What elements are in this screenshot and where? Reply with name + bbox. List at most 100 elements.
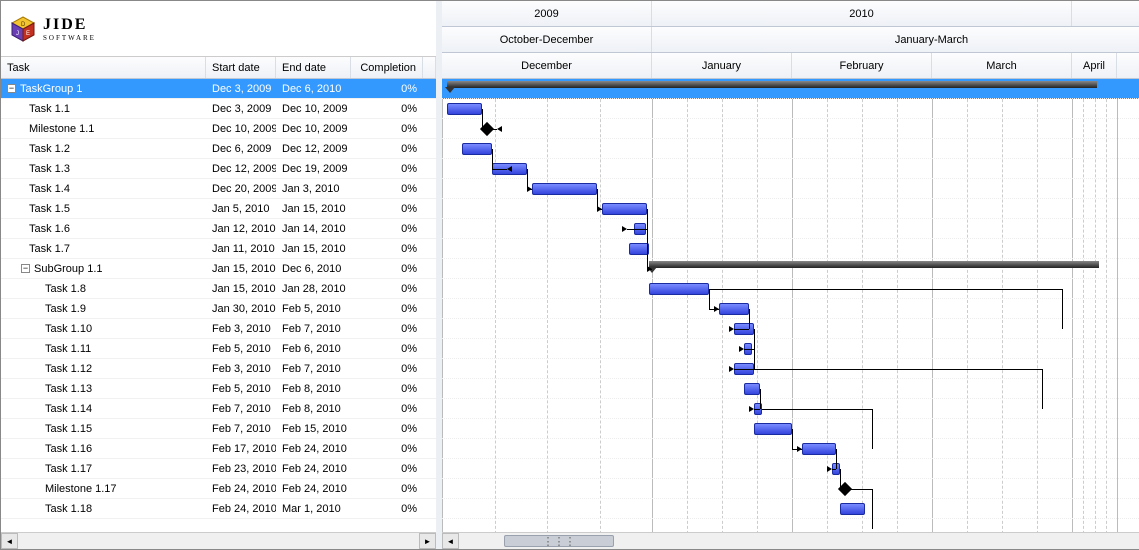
col-header-spacer — [423, 57, 436, 78]
task-1-2-gantt-row[interactable] — [442, 139, 1139, 159]
task-bar[interactable] — [840, 503, 865, 515]
task-1-12-row[interactable]: Task 1.12Feb 3, 2010Feb 7, 20100% — [1, 359, 436, 379]
timeline-cell[interactable]: January — [652, 53, 792, 78]
task-1-10-gantt-row[interactable] — [442, 319, 1139, 339]
task-1-6-gantt-row[interactable] — [442, 219, 1139, 239]
scroll-left-button[interactable]: ◄ — [1, 533, 18, 549]
task-1-16-gantt-row[interactable] — [442, 439, 1139, 459]
timeline-cell[interactable]: 2009 — [442, 1, 652, 26]
task-group-1-gantt-row[interactable] — [442, 79, 1139, 99]
milestone-1-1-row[interactable]: Milestone 1.1Dec 10, 2009Dec 10, 20090% — [1, 119, 436, 139]
task-1-4-row[interactable]: Task 1.4Dec 20, 2009Jan 3, 20100% — [1, 179, 436, 199]
task-label: Task 1.9 — [45, 303, 86, 315]
col-header-completion[interactable]: Completion — [351, 57, 423, 78]
start-date-cell: Dec 12, 2009 — [206, 163, 276, 175]
task-bar[interactable] — [447, 103, 482, 115]
summary-bar[interactable] — [649, 261, 1099, 268]
task-bar[interactable] — [744, 383, 760, 395]
task-label: Task 1.4 — [29, 183, 70, 195]
completion-cell: 0% — [351, 263, 423, 275]
end-date-cell: Mar 1, 2010 — [276, 503, 351, 515]
task-1-15-row[interactable]: Task 1.15Feb 7, 2010Feb 15, 20100% — [1, 419, 436, 439]
collapse-icon[interactable]: − — [21, 264, 30, 273]
gantt-scroll-track[interactable]: ⋮⋮⋮ — [459, 533, 1139, 549]
timeline-cell[interactable]: December — [442, 53, 652, 78]
task-name-cell: Task 1.17 — [1, 463, 206, 475]
task-bar[interactable] — [532, 183, 597, 195]
task-1-7-gantt-row[interactable] — [442, 239, 1139, 259]
end-date-cell: Dec 10, 2009 — [276, 123, 351, 135]
timeline-cell[interactable]: 2010 — [652, 1, 1072, 26]
start-date-cell: Jan 15, 2010 — [206, 283, 276, 295]
task-1-5-gantt-row[interactable] — [442, 199, 1139, 219]
task-bar[interactable] — [719, 303, 749, 315]
scroll-track[interactable] — [18, 533, 419, 549]
task-1-9-gantt-row[interactable] — [442, 299, 1139, 319]
scroll-gantt-left-button[interactable]: ◄ — [442, 533, 459, 549]
task-bar[interactable] — [602, 203, 647, 215]
task-1-11-row[interactable]: Task 1.11Feb 5, 2010Feb 6, 20100% — [1, 339, 436, 359]
task-name-cell: Milestone 1.17 — [1, 483, 206, 495]
col-header-task[interactable]: Task — [1, 57, 206, 78]
task-1-15-gantt-row[interactable] — [442, 419, 1139, 439]
completion-cell: 0% — [351, 323, 423, 335]
horizontal-scroll-thumb[interactable]: ⋮⋮⋮ — [504, 535, 614, 547]
task-1-4-gantt-row[interactable] — [442, 179, 1139, 199]
table-body[interactable]: −TaskGroup 1Dec 3, 2009Dec 6, 20100%Task… — [1, 79, 436, 532]
timeline-cell[interactable]: October-December — [442, 27, 652, 52]
task-1-13-row[interactable]: Task 1.13Feb 5, 2010Feb 8, 20100% — [1, 379, 436, 399]
task-1-6-row[interactable]: Task 1.6Jan 12, 2010Jan 14, 20100% — [1, 219, 436, 239]
task-label: Task 1.7 — [29, 243, 70, 255]
task-1-1-row[interactable]: Task 1.1Dec 3, 2009Dec 10, 20090% — [1, 99, 436, 119]
milestone-1-1-gantt-row[interactable] — [442, 119, 1139, 139]
task-1-5-row[interactable]: Task 1.5Jan 5, 2010Jan 15, 20100% — [1, 199, 436, 219]
timeline-cell[interactable]: April — [1072, 53, 1117, 78]
completion-cell: 0% — [351, 163, 423, 175]
task-1-2-row[interactable]: Task 1.2Dec 6, 2009Dec 12, 20090% — [1, 139, 436, 159]
task-bar[interactable] — [629, 243, 649, 255]
task-1-17-row[interactable]: Task 1.17Feb 23, 2010Feb 24, 20100% — [1, 459, 436, 479]
task-1-18-row[interactable]: Task 1.18Feb 24, 2010Mar 1, 20100% — [1, 499, 436, 519]
timeline-cell[interactable]: March — [932, 53, 1072, 78]
task-1-3-gantt-row[interactable] — [442, 159, 1139, 179]
task-1-9-row[interactable]: Task 1.9Jan 30, 2010Feb 5, 20100% — [1, 299, 436, 319]
gantt-chart-area[interactable] — [442, 79, 1139, 549]
completion-cell: 0% — [351, 223, 423, 235]
task-label: Task 1.16 — [45, 443, 92, 455]
task-1-16-row[interactable]: Task 1.16Feb 17, 2010Feb 24, 20100% — [1, 439, 436, 459]
start-date-cell: Jan 5, 2010 — [206, 203, 276, 215]
task-group-1-row[interactable]: −TaskGroup 1Dec 3, 2009Dec 6, 20100% — [1, 79, 436, 99]
task-bar[interactable] — [802, 443, 836, 455]
task-1-14-row[interactable]: Task 1.14Feb 7, 2010Feb 8, 20100% — [1, 399, 436, 419]
col-header-start[interactable]: Start date — [206, 57, 276, 78]
task-1-18-gantt-row[interactable] — [442, 499, 1139, 519]
timeline-cell[interactable]: February — [792, 53, 932, 78]
milestone-1-17-gantt-row[interactable] — [442, 479, 1139, 499]
task-1-10-row[interactable]: Task 1.10Feb 3, 2010Feb 7, 20100% — [1, 319, 436, 339]
task-1-1-gantt-row[interactable] — [442, 99, 1139, 119]
scroll-right-button[interactable]: ► — [419, 533, 436, 549]
milestone-1-17-row[interactable]: Milestone 1.17Feb 24, 2010Feb 24, 20100% — [1, 479, 436, 499]
col-header-end[interactable]: End date — [276, 57, 351, 78]
task-1-13-gantt-row[interactable] — [442, 379, 1139, 399]
gantt-horizontal-scrollbar[interactable]: ◄ ⋮⋮⋮ ► — [442, 532, 1139, 549]
summary-bar[interactable] — [447, 81, 1097, 88]
subgroup-1-1-gantt-row[interactable] — [442, 259, 1139, 279]
task-label: Task 1.8 — [45, 283, 86, 295]
collapse-icon[interactable]: − — [7, 84, 16, 93]
subgroup-1-1-row[interactable]: −SubGroup 1.1Jan 15, 2010Dec 6, 20100% — [1, 259, 436, 279]
task-1-7-row[interactable]: Task 1.7Jan 11, 2010Jan 15, 20100% — [1, 239, 436, 259]
task-bar[interactable] — [649, 283, 709, 295]
task-1-17-gantt-row[interactable] — [442, 459, 1139, 479]
task-bar[interactable] — [754, 423, 792, 435]
table-horizontal-scrollbar[interactable]: ◄ ► — [1, 532, 436, 549]
task-1-3-row[interactable]: Task 1.3Dec 12, 2009Dec 19, 20090% — [1, 159, 436, 179]
task-bar[interactable] — [462, 143, 492, 155]
task-1-11-gantt-row[interactable] — [442, 339, 1139, 359]
task-table-pane: D J E JIDE SOFTWARE Task Start date End … — [1, 1, 442, 549]
end-date-cell: Feb 24, 2010 — [276, 483, 351, 495]
task-name-cell: −SubGroup 1.1 — [1, 263, 206, 275]
timeline-cell[interactable]: January-March — [652, 27, 1139, 52]
task-1-8-row[interactable]: Task 1.8Jan 15, 2010Jan 28, 20100% — [1, 279, 436, 299]
end-date-cell: Dec 19, 2009 — [276, 163, 351, 175]
